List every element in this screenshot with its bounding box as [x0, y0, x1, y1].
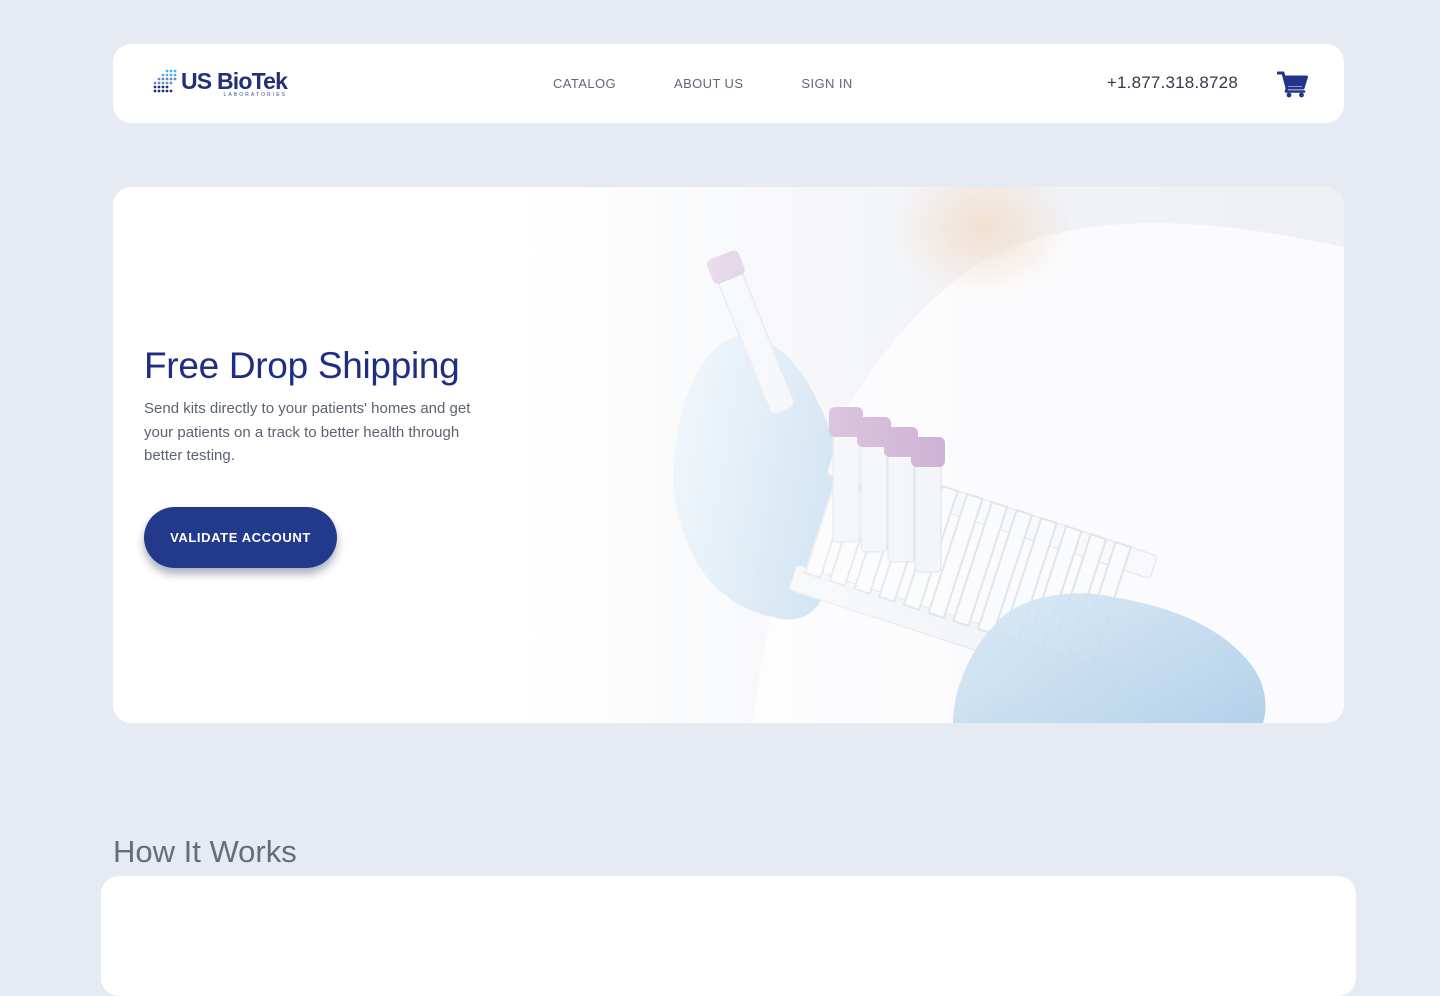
- how-it-works-card: [101, 876, 1356, 996]
- nav-catalog-link[interactable]: CATALOG: [553, 76, 616, 91]
- nav-sign-in-link[interactable]: SIGN IN: [801, 76, 852, 91]
- brand-logo[interactable]: US BioTek LABORATORIES: [153, 68, 288, 99]
- shopping-cart-icon[interactable]: [1277, 70, 1308, 98]
- how-it-works-title: How It Works: [113, 834, 297, 869]
- logo-wordmark: US BioTek LABORATORIES: [181, 68, 288, 99]
- nav-about-us-link[interactable]: ABOUT US: [674, 76, 743, 91]
- hero-banner: Free Drop Shipping Send kits directly to…: [113, 187, 1344, 723]
- main-nav: CATALOG ABOUT US SIGN IN: [553, 44, 911, 123]
- hero-description: Send kits directly to your patients' hom…: [144, 400, 471, 464]
- logo-name: US BioTek: [181, 68, 288, 94]
- phone-number-link[interactable]: +1.877.318.8728: [1107, 73, 1238, 93]
- logo-dots-icon: [153, 69, 177, 93]
- validate-account-button[interactable]: VALIDATE ACCOUNT: [144, 507, 337, 568]
- hero-title: Free Drop Shipping: [144, 345, 460, 386]
- site-header: US BioTek LABORATORIES CATALOG ABOUT US …: [113, 44, 1344, 123]
